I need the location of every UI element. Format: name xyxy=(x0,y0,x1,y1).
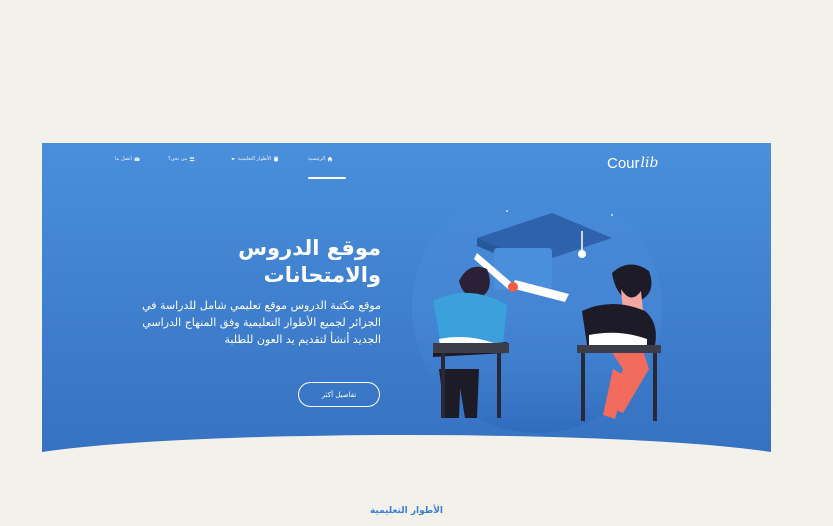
nav-item-label: اتصل بنا xyxy=(115,156,132,162)
book-icon xyxy=(274,156,279,162)
nav-item-label: من نحن؟ xyxy=(168,156,188,162)
more-details-button[interactable]: تفاصيل أكثر xyxy=(298,382,380,407)
section-title: الأطوار التعليمية xyxy=(369,506,444,516)
envelope-icon xyxy=(134,157,140,161)
hero-section: Cour lib الرئيسية الأطوار التعليمية من نح… xyxy=(42,143,771,463)
nav-item-label: الأطوار التعليمية xyxy=(238,156,272,162)
main-nav: الرئيسية الأطوار التعليمية من نحن؟ اتصل … xyxy=(42,156,771,170)
students-exam-illustration xyxy=(412,193,662,433)
nav-item-home[interactable]: الرئيسية xyxy=(308,156,333,162)
nav-item-label: الرئيسية xyxy=(308,156,326,162)
home-icon xyxy=(327,156,333,162)
nav-item-contact[interactable]: اتصل بنا xyxy=(115,156,140,162)
caret-down-icon xyxy=(231,158,235,161)
hero-description: موقع مكتبة الدروس موقع تعليمي شامل للدرا… xyxy=(142,299,381,346)
users-icon xyxy=(189,157,195,162)
hero-bottom-curve xyxy=(42,435,771,495)
hero-title: موقع الدروس والامتحانات xyxy=(238,236,381,287)
nav-active-underline xyxy=(308,177,346,179)
nav-item-about[interactable]: من نحن؟ xyxy=(168,156,195,162)
page-frame: Cour lib الرئيسية الأطوار التعليمية من نح… xyxy=(42,143,771,526)
nav-item-stages[interactable]: الأطوار التعليمية xyxy=(230,156,279,162)
